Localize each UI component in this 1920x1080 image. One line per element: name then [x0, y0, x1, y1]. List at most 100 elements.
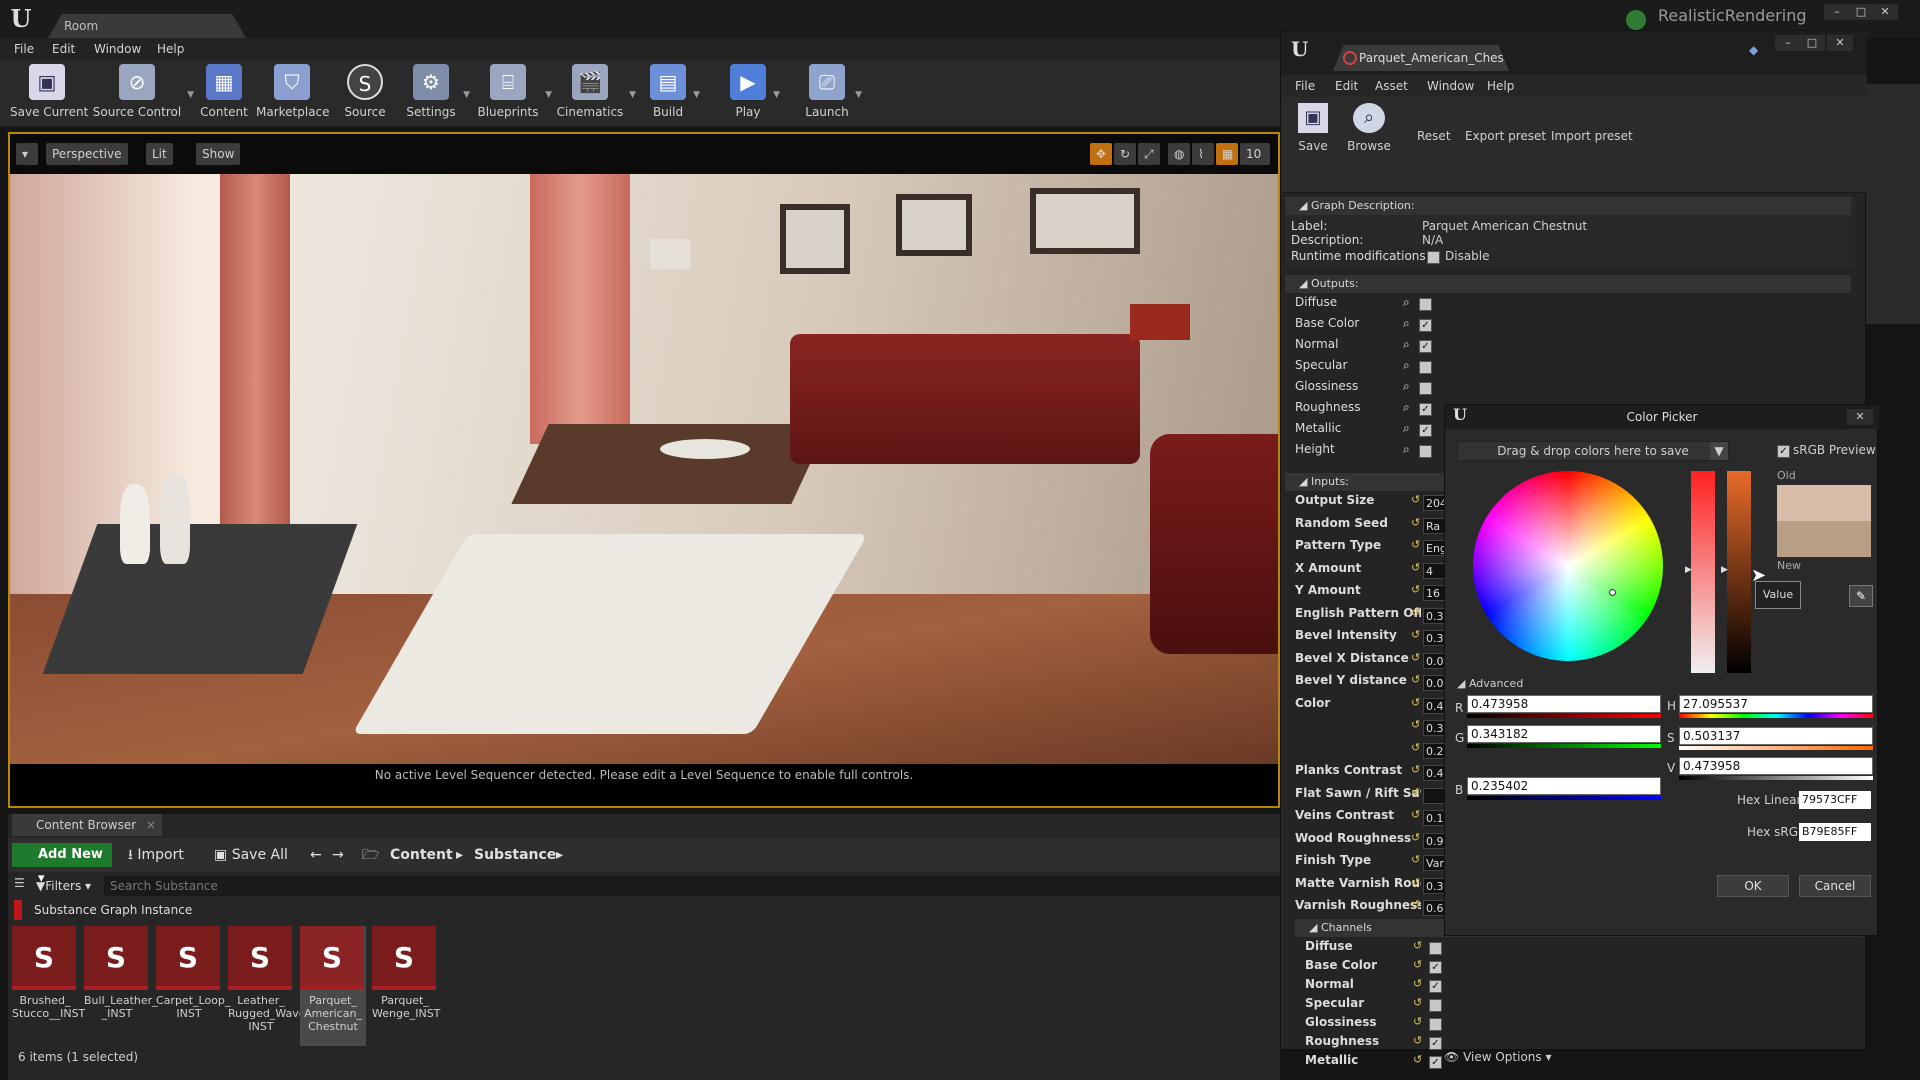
saturation-marker-icon[interactable]: ▶ — [1685, 565, 1692, 575]
asset-tile[interactable]: S Leather_ Rugged_Wave INST — [228, 926, 306, 1033]
chevron-down-icon[interactable]: ▼ — [1710, 442, 1728, 460]
reset-arrow-icon[interactable]: ↺ — [1411, 898, 1420, 911]
close-icon[interactable]: × — [146, 814, 156, 836]
reset-arrow-icon[interactable]: ↺ — [1411, 831, 1420, 844]
input-value-field[interactable]: 0.3 — [1423, 630, 1445, 646]
reset-arrow-icon[interactable]: ↺ — [1411, 561, 1420, 574]
reset-arrow-icon[interactable]: ↺ — [1411, 583, 1420, 596]
green-field[interactable]: 0.343182 — [1467, 725, 1661, 743]
blue-gradient-bar[interactable] — [1467, 796, 1661, 800]
chevron-down-icon[interactable]: ▼ — [545, 90, 552, 100]
hex-srgb-field[interactable]: B79E85FF — [1799, 823, 1871, 841]
world-icon[interactable]: ◍ — [1168, 143, 1190, 165]
reset-arrow-icon[interactable]: ↺ — [1411, 786, 1420, 799]
blueprints-button[interactable]: ⌸ Blueprints ▼ — [476, 64, 552, 124]
menu-edit[interactable]: Edit — [52, 42, 75, 56]
reset-arrow-icon[interactable]: ↺ — [1411, 516, 1420, 529]
eyedropper-icon[interactable]: ✎ — [1849, 585, 1873, 607]
reset-arrow-icon[interactable]: ↺ — [1411, 651, 1420, 664]
output-checkbox[interactable] — [1419, 445, 1432, 458]
reset-arrow-icon[interactable]: ↺ — [1413, 1034, 1422, 1047]
menu-file[interactable]: File — [1295, 79, 1315, 93]
marketplace-button[interactable]: ⛉ Marketplace — [256, 64, 330, 124]
output-checkbox[interactable]: ✓ — [1419, 319, 1432, 332]
level-viewport[interactable]: ▾ Perspective Lit Show ✥ ↻ ⤢ ◍ ⌇ ▦ 10 No… — [8, 132, 1280, 808]
reset-arrow-icon[interactable]: ↺ — [1413, 1053, 1422, 1066]
red-field[interactable]: 0.473958 — [1467, 695, 1661, 713]
sources-toggle-icon[interactable]: ☰ — [14, 876, 25, 890]
filter-chip[interactable]: Substance Graph Instance — [14, 900, 192, 920]
menu-edit[interactable]: Edit — [1335, 79, 1358, 93]
graph-description-header[interactable]: ◢ Graph Description: — [1285, 197, 1851, 215]
search-icon[interactable]: ⌕ — [1403, 337, 1410, 352]
output-checkbox[interactable] — [1419, 382, 1432, 395]
import-button[interactable]: ⭳ Import — [128, 843, 184, 867]
output-checkbox[interactable] — [1419, 298, 1432, 311]
build-button[interactable]: ▤ Build ▼ — [648, 64, 700, 124]
input-value-field[interactable]: 16 — [1423, 585, 1445, 601]
launch-button[interactable]: ⎚ Launch ▼ — [804, 64, 862, 124]
close-icon[interactable]: ✕ — [1827, 35, 1853, 51]
cinematics-button[interactable]: 🎬 Cinematics ▼ — [556, 64, 636, 124]
channel-checkbox[interactable]: ✓ — [1429, 980, 1442, 993]
close-icon[interactable]: ✕ — [1872, 4, 1898, 20]
input-value-field[interactable]: 0.6 — [1423, 900, 1445, 916]
filters-button[interactable]: ▼Filters ▾ — [36, 876, 91, 896]
rotate-icon[interactable]: ↻ — [1114, 143, 1136, 165]
reset-arrow-icon[interactable]: ↺ — [1413, 939, 1422, 952]
lit-button[interactable]: Lit — [146, 143, 173, 165]
search-icon[interactable]: ⌕ — [1403, 442, 1410, 457]
reset-arrow-icon[interactable]: ↺ — [1411, 741, 1420, 754]
search-icon[interactable]: ⌕ — [1403, 400, 1410, 415]
green-gradient-bar[interactable] — [1467, 744, 1661, 748]
hex-linear-field[interactable]: 79573CFF — [1799, 791, 1871, 809]
input-value-field[interactable]: 0.2 — [1423, 742, 1445, 759]
menu-help[interactable]: Help — [157, 42, 184, 56]
asset-tile[interactable]: S Carpet_Loop_ INST — [156, 926, 230, 1020]
reset-arrow-icon[interactable]: ↺ — [1411, 876, 1420, 889]
blue-field[interactable]: 0.235402 — [1467, 777, 1661, 795]
search-icon[interactable]: ⌕ — [1403, 316, 1410, 331]
substance-asset-tab[interactable]: Parquet_American_Chestn — [1333, 45, 1509, 71]
outputs-header[interactable]: ◢ Outputs: — [1285, 275, 1851, 293]
breadcrumb-content[interactable]: Content — [390, 843, 453, 867]
srgb-preview-checkbox[interactable]: ✓ — [1777, 445, 1790, 458]
input-value-field[interactable]: Var — [1423, 855, 1445, 871]
source-button[interactable]: S Source — [340, 64, 390, 124]
export-preset-button[interactable]: Export preset — [1465, 129, 1546, 143]
settings-button[interactable]: ⚙ Settings ▼ — [404, 64, 470, 124]
chevron-down-icon[interactable]: ▼ — [629, 90, 636, 100]
save-button[interactable]: ▣ Save — [1291, 103, 1335, 153]
reset-arrow-icon[interactable]: ↺ — [1411, 673, 1420, 686]
asset-tile-selected[interactable]: S Parquet_ American_ Chestnut — [300, 926, 366, 1046]
menu-help[interactable]: Help — [1487, 79, 1514, 93]
channel-checkbox[interactable] — [1429, 999, 1442, 1012]
search-icon[interactable]: ⌕ — [1403, 379, 1410, 394]
reset-arrow-icon[interactable]: ↺ — [1413, 996, 1422, 1009]
reset-arrow-icon[interactable]: ↺ — [1411, 718, 1420, 731]
forward-icon[interactable]: → — [332, 843, 344, 867]
reset-arrow-icon[interactable]: ↺ — [1411, 493, 1420, 506]
chevron-down-icon[interactable]: ▼ — [773, 90, 780, 100]
save-all-button[interactable]: ▣ Save All — [214, 843, 288, 867]
search-icon[interactable]: ⌕ — [1403, 358, 1410, 373]
input-value-field[interactable]: 0.0 — [1423, 675, 1445, 691]
chevron-down-icon[interactable]: ▼ — [693, 90, 700, 100]
reset-arrow-icon[interactable]: ↺ — [1411, 808, 1420, 821]
color-themes-dropdown[interactable]: Drag & drop colors here to save ▼ — [1457, 441, 1729, 461]
add-new-button[interactable]: Add New ▾ — [12, 843, 112, 886]
value-gradient-bar[interactable] — [1679, 776, 1873, 780]
asset-tile[interactable]: S Bull_Leather_ _INST — [84, 926, 158, 1020]
perspective-button[interactable]: Perspective — [46, 143, 128, 165]
channel-checkbox[interactable] — [1429, 942, 1442, 955]
surface-snap-icon[interactable]: ⌇ — [1192, 143, 1214, 165]
close-icon[interactable]: ✕ — [1847, 409, 1873, 425]
chevron-right-icon[interactable]: ▸ — [556, 843, 563, 867]
input-value-field[interactable]: Ra — [1423, 517, 1445, 534]
search-icon[interactable]: ⌕ — [1403, 295, 1410, 310]
input-value-field[interactable]: 0.3 — [1423, 607, 1445, 624]
saturation-slider[interactable] — [1691, 471, 1715, 673]
input-value-field[interactable]: 0.4 — [1423, 765, 1445, 781]
content-browser-tab[interactable]: Content Browser × — [12, 814, 162, 836]
hue-gradient-bar[interactable] — [1679, 714, 1873, 718]
